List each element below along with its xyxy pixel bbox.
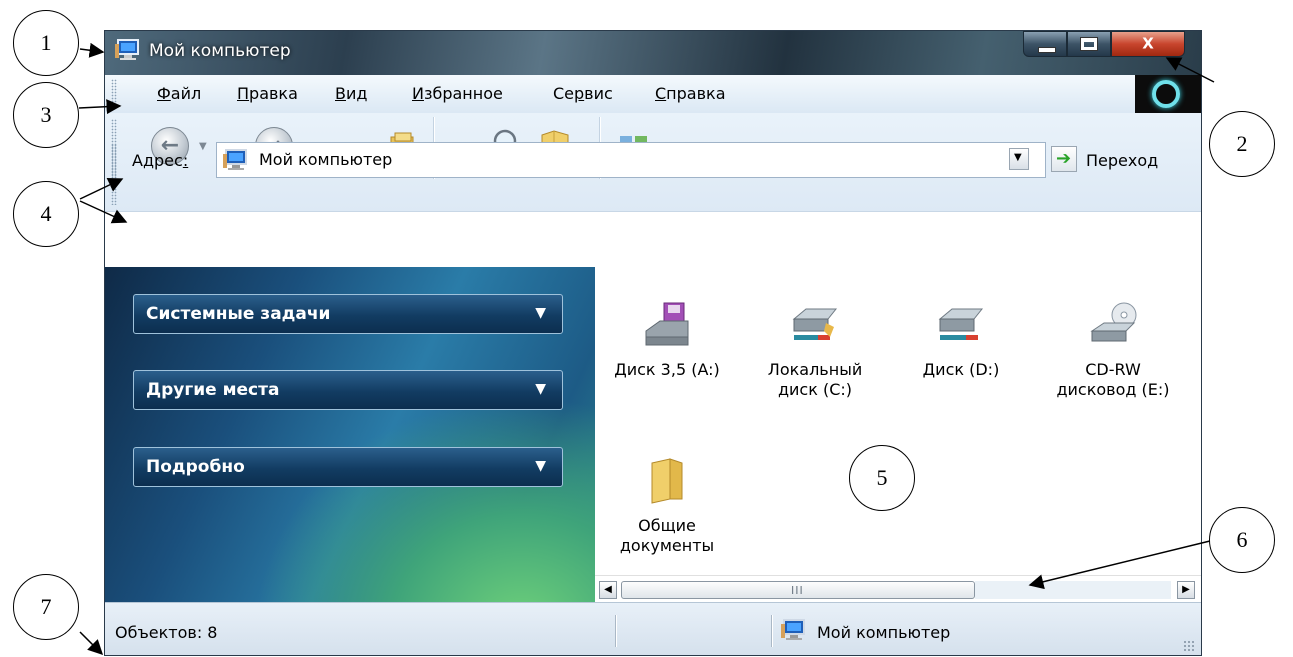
callout-3: 3 xyxy=(13,82,79,148)
callout-6: 6 xyxy=(1209,507,1275,573)
callout-arrow xyxy=(1165,57,1215,83)
callout-arrow xyxy=(1028,539,1215,590)
callout-arrow xyxy=(78,99,122,115)
callout-2: 2 xyxy=(1209,111,1275,177)
callout-5: 5 xyxy=(849,445,915,511)
callout-arrow xyxy=(79,42,105,58)
callout-4: 4 xyxy=(13,181,79,247)
callout-1: 1 xyxy=(13,10,79,76)
callout-arrow xyxy=(79,631,104,656)
callout-arrows xyxy=(78,42,1215,656)
callout-7: 7 xyxy=(13,574,79,640)
callout-arrow xyxy=(79,200,128,224)
callout-arrow xyxy=(79,178,124,200)
